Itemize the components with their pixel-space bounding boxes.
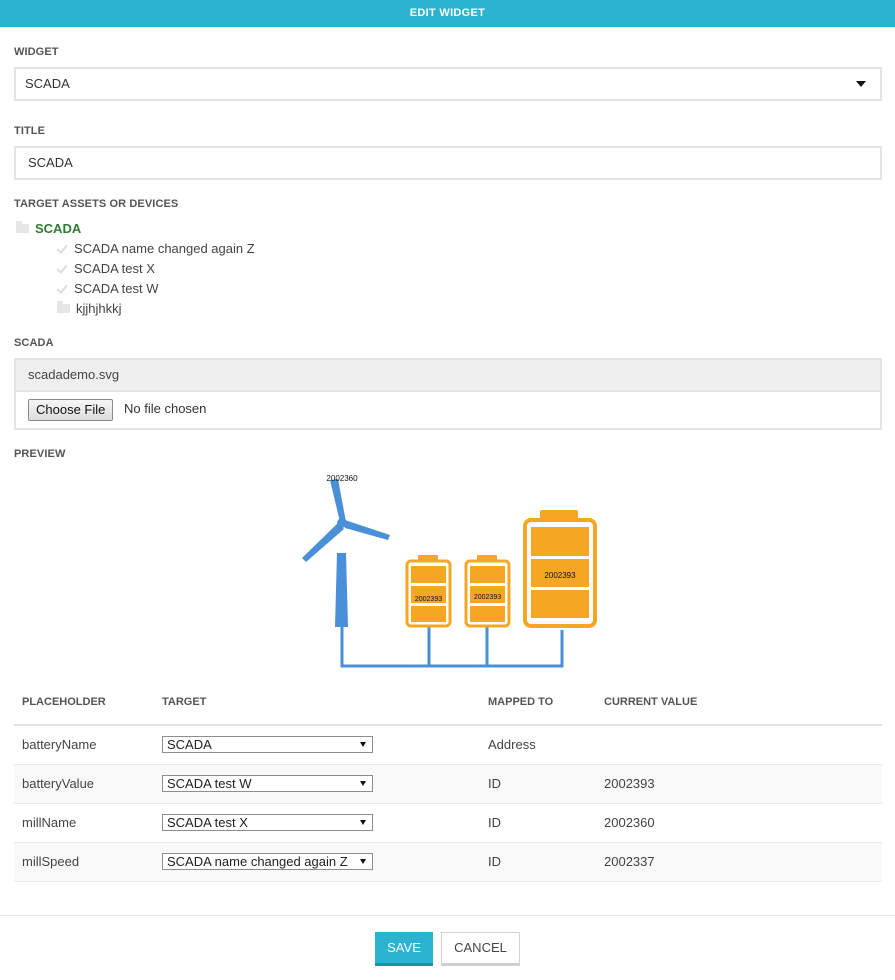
- chevron-down-icon: [360, 859, 366, 864]
- title-input-value: SCADA: [28, 155, 73, 170]
- widget-select-value: SCADA: [25, 76, 70, 91]
- tree-root-label: SCADA: [35, 221, 82, 236]
- mapped-to-cell: ID: [488, 854, 501, 869]
- check-icon: [57, 283, 68, 292]
- chevron-down-icon: [360, 820, 366, 825]
- target-select[interactable]: SCADA test X: [162, 814, 373, 831]
- tree-item-label: SCADA name changed again Z: [74, 241, 255, 256]
- file-input: Choose File No file chosen: [14, 392, 882, 430]
- placeholder-cell: batteryName: [22, 737, 97, 752]
- tree-item[interactable]: SCADA test W: [57, 280, 159, 298]
- table-row: millName SCADA test X ID 2002360: [14, 804, 882, 843]
- scada-label: SCADA: [14, 337, 54, 349]
- target-select-value: SCADA: [167, 737, 212, 752]
- tree-item[interactable]: SCADA name changed again Z: [57, 240, 255, 258]
- no-file-text: No file chosen: [124, 401, 207, 416]
- scada-diagram: 2002360 2002393 2002393 2002393: [302, 474, 597, 668]
- check-icon: [57, 263, 68, 272]
- current-value-cell: 2002393: [604, 776, 655, 791]
- tree-item[interactable]: kjjhjhkkj: [57, 300, 122, 318]
- placeholder-cell: millSpeed: [22, 854, 80, 869]
- wires: [340, 626, 564, 668]
- widget-select[interactable]: SCADA: [14, 67, 882, 101]
- column-header: TARGET: [162, 696, 207, 708]
- check-icon: [57, 243, 68, 252]
- wind-turbine-icon: 2002360: [302, 474, 390, 627]
- dialog-header: EDIT WIDGET: [0, 0, 895, 27]
- folder-icon: [57, 301, 70, 314]
- target-select-value: SCADA test W: [167, 776, 252, 791]
- chevron-down-icon: [856, 81, 866, 87]
- mill-value: 2002360: [326, 474, 358, 483]
- battery-value: 2002393: [544, 571, 576, 580]
- current-value-cell: 2002360: [604, 815, 655, 830]
- dialog-title: EDIT WIDGET: [409, 7, 486, 19]
- tree-item[interactable]: SCADA test X: [57, 260, 155, 278]
- battery-value: 2002393: [415, 596, 442, 603]
- current-value-cell: 2002337: [604, 854, 655, 869]
- mapped-to-cell: ID: [488, 815, 501, 830]
- save-button[interactable]: SAVE: [375, 932, 433, 966]
- chevron-down-icon: [360, 742, 366, 747]
- tree-item-label: SCADA test W: [74, 281, 159, 296]
- scada-preview: 2002360 2002393 2002393 2002393: [290, 462, 610, 674]
- target-select[interactable]: SCADA name changed again Z: [162, 853, 373, 870]
- placeholder-cell: batteryValue: [22, 776, 95, 791]
- preview-label: PREVIEW: [14, 448, 66, 460]
- column-header: CURRENT VALUE: [604, 696, 698, 708]
- choose-file-button[interactable]: Choose File: [28, 399, 114, 421]
- tree-item-label: kjjhjhkkj: [76, 301, 122, 316]
- battery-icon: 2002393: [523, 510, 597, 628]
- battery-icon: 2002393: [405, 555, 452, 628]
- target-select[interactable]: SCADA: [162, 736, 373, 753]
- battery-icon: 2002393: [464, 555, 511, 628]
- target-select[interactable]: SCADA test W: [162, 775, 373, 792]
- table-row: batteryValue SCADA test W ID 2002393: [14, 765, 882, 804]
- column-header: PLACEHOLDER: [22, 696, 106, 708]
- scada-file-name: scadademo.svg: [14, 358, 882, 392]
- battery-value: 2002393: [474, 594, 501, 601]
- folder-icon: [16, 221, 29, 234]
- placeholder-cell: millName: [22, 815, 77, 830]
- target-select-value: SCADA name changed again Z: [167, 854, 348, 869]
- scada-file-name-text: scadademo.svg: [28, 367, 120, 382]
- chevron-down-icon: [360, 781, 366, 786]
- tree-item-label: SCADA test X: [74, 261, 155, 276]
- targets-label: TARGET ASSETS OR DEVICES: [14, 198, 179, 210]
- cancel-button[interactable]: CANCEL: [441, 932, 520, 966]
- target-select-value: SCADA test X: [167, 815, 248, 830]
- tree-item-root[interactable]: SCADA: [16, 220, 81, 238]
- title-label: TITLE: [14, 125, 46, 137]
- widget-label: WIDGET: [14, 46, 59, 58]
- column-header: MAPPED TO: [488, 696, 554, 708]
- mapped-to-cell: Address: [488, 737, 536, 752]
- mapped-to-cell: ID: [488, 776, 501, 791]
- title-input[interactable]: SCADA: [14, 146, 882, 180]
- table-row: millSpeed SCADA name changed again Z ID …: [14, 843, 882, 882]
- table-row: batteryName SCADA Address: [14, 726, 882, 765]
- divider: [0, 915, 895, 916]
